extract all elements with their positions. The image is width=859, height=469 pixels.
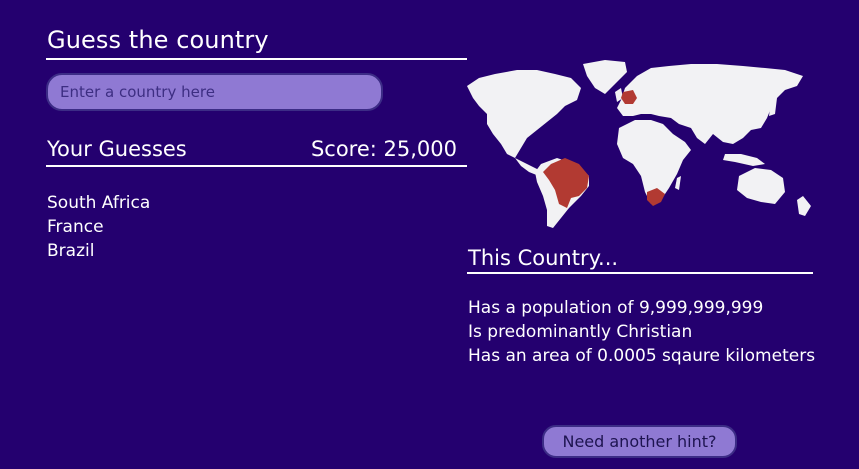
indonesia bbox=[723, 154, 765, 166]
madagascar bbox=[675, 176, 681, 190]
need-hint-button[interactable]: Need another hint? bbox=[542, 425, 737, 458]
guess-item: France bbox=[47, 217, 104, 237]
land-masses bbox=[467, 60, 811, 228]
world-map bbox=[467, 60, 811, 228]
hint-item: Has an area of 0.0005 sqaure kilometers bbox=[468, 346, 816, 366]
hint-item: Is predominantly Christian bbox=[468, 322, 693, 342]
north-america bbox=[467, 70, 581, 158]
australia bbox=[737, 168, 785, 204]
title-divider bbox=[46, 58, 467, 60]
country-search-input[interactable] bbox=[46, 73, 383, 111]
hints-heading: This Country... bbox=[468, 246, 619, 270]
new-zealand bbox=[797, 196, 811, 216]
guess-item: South Africa bbox=[47, 193, 151, 213]
guesses-divider bbox=[46, 165, 467, 167]
guess-item: Brazil bbox=[47, 241, 95, 261]
guesses-heading: Your Guesses bbox=[47, 137, 187, 161]
score-label: Score: 25,000 bbox=[310, 137, 457, 161]
hints-divider bbox=[467, 272, 813, 274]
hint-list: Has a population of 9,999,999,999 Is pre… bbox=[468, 296, 815, 368]
guess-list: South Africa France Brazil bbox=[47, 191, 150, 263]
page-title: Guess the country bbox=[47, 26, 269, 54]
hint-item: Has a population of 9,999,999,999 bbox=[468, 298, 764, 318]
